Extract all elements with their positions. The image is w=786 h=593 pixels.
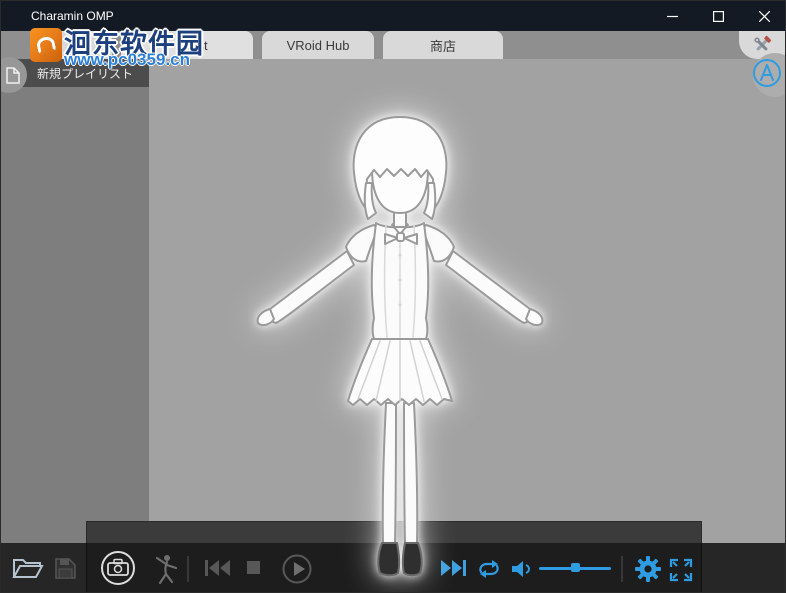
- motion-figure-icon: [155, 555, 178, 585]
- watermark-site-url: www.pc0359.cn: [64, 50, 190, 69]
- close-button[interactable]: [741, 1, 785, 31]
- skip-previous-button[interactable]: [201, 557, 233, 579]
- open-folder-icon: [12, 559, 44, 578]
- camera-icon: [101, 551, 135, 585]
- window-controls: [649, 1, 785, 31]
- save-floppy-icon: [54, 557, 76, 579]
- save-button[interactable]: [51, 555, 79, 581]
- minimize-button[interactable]: [649, 1, 695, 31]
- watermark-logo-glyph: [35, 35, 57, 55]
- tab-shop[interactable]: 商店: [383, 31, 503, 59]
- fullscreen-expand-icon: [669, 558, 693, 582]
- skip-previous-icon: [205, 560, 230, 576]
- playlist-sidebar: 新規プレイリスト: [1, 59, 149, 592]
- close-icon: [758, 10, 770, 22]
- settings-gear-icon: [635, 556, 661, 582]
- settings-button[interactable]: [633, 554, 663, 584]
- character-model: [256, 116, 544, 577]
- tab-vroid-hub[interactable]: VRoid Hub: [262, 31, 374, 59]
- document-page-icon: [6, 66, 20, 84]
- watermark-logo: [30, 28, 62, 62]
- minimize-icon: [666, 15, 678, 17]
- effect-a-icon: [753, 59, 781, 87]
- maximize-button[interactable]: [695, 1, 741, 31]
- volume-handle[interactable]: [571, 563, 581, 572]
- toolbar-divider: [621, 556, 623, 582]
- window-title: Charamin OMP: [31, 9, 114, 23]
- effect-a-button[interactable]: [751, 57, 783, 94]
- motion-button[interactable]: [149, 552, 181, 586]
- app-window: Charamin OMP Playlist VRoid Hub 商店 新規プレイ…: [0, 0, 786, 593]
- screenshot-button[interactable]: [98, 548, 138, 588]
- toolbar-divider: [187, 556, 189, 582]
- fullscreen-button[interactable]: [667, 556, 695, 584]
- maximize-icon: [712, 10, 724, 22]
- open-folder-button[interactable]: [11, 553, 45, 583]
